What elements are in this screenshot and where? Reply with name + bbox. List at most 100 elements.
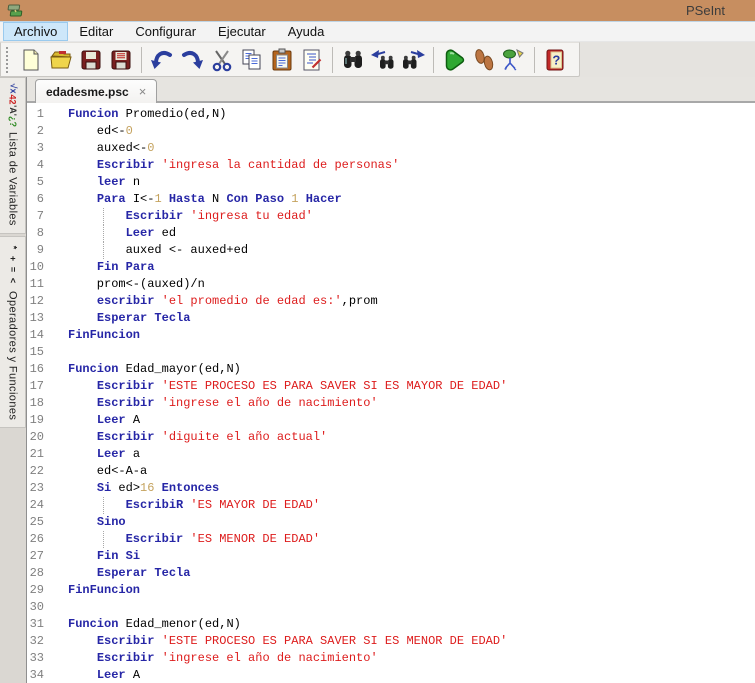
- menu-ejecutar[interactable]: Ejecutar: [207, 22, 277, 41]
- code-token: 'ingresa la cantidad de personas': [161, 158, 400, 172]
- save-all-button[interactable]: [107, 46, 135, 74]
- document-tab-filename: edadesme.psc: [46, 84, 129, 99]
- find-button[interactable]: [339, 46, 367, 74]
- code-line: 14 FinFuncion: [27, 327, 755, 344]
- lista-de-variables-icon: √x 42 'A' ¿?: [7, 83, 18, 127]
- code-token: Fin Para: [96, 260, 155, 274]
- code-token: FinFuncion: [68, 328, 141, 342]
- cut-button[interactable]: [208, 46, 236, 74]
- code-text: Escribir 'ES MENOR DE EDAD': [68, 531, 320, 548]
- help-button[interactable]: ?: [541, 46, 569, 74]
- code-token: 'ESTE PROCESO ES PARA SAVER SI ES MAYOR …: [161, 379, 508, 393]
- panel-tab-label: Lista de Variables: [6, 132, 19, 226]
- left-panel-tabs: √x 42 'A' ¿? Lista de Variables * + = < Operadore…: [0, 77, 27, 683]
- step-run-icon: [475, 48, 494, 70]
- code-token: Edad_menor(ed,N): [118, 617, 241, 631]
- open-file-button[interactable]: [47, 46, 75, 74]
- code-token: Para: [96, 192, 126, 206]
- code-token: Hasta: [168, 192, 205, 206]
- code-token: Leer: [96, 447, 126, 461]
- line-number: 19: [29, 413, 44, 427]
- code-line: 31 Funcion Edad_menor(ed,N): [27, 616, 755, 633]
- new-file-button[interactable]: [17, 46, 45, 74]
- find-prev-button[interactable]: [369, 46, 397, 74]
- panel-tab-lista-de-variables[interactable]: √x 42 'A' ¿? Lista de Variables: [0, 77, 26, 234]
- menu-ayuda[interactable]: Ayuda: [277, 22, 336, 41]
- paste-button[interactable]: [268, 46, 296, 74]
- new-file-icon: [23, 49, 39, 70]
- icon-glyph: <: [7, 277, 18, 283]
- copy-button[interactable]: [238, 46, 266, 74]
- code-text: Funcion Promedio(ed,N): [68, 106, 226, 123]
- redo-button[interactable]: [178, 46, 206, 74]
- icon-glyph: ¿?: [8, 116, 18, 127]
- code-token: 0: [125, 124, 133, 138]
- menu-archivo[interactable]: Archivo: [3, 22, 69, 41]
- save-file-button[interactable]: [77, 46, 105, 74]
- line-number: 10: [29, 260, 44, 274]
- code-token: 'ingresa tu edad': [190, 209, 313, 223]
- code-token: Con Paso: [226, 192, 285, 206]
- code-token: Hacer: [305, 192, 342, 206]
- line-number: 34: [29, 668, 44, 682]
- cut-icon: [212, 49, 232, 71]
- code-token: EscribiR: [125, 498, 184, 512]
- menu-editar[interactable]: Editar: [68, 22, 124, 41]
- code-line: 12 escribir 'el promedio de edad es:',pr…: [27, 293, 755, 310]
- code-line: 28 Esperar Tecla: [27, 565, 755, 582]
- code-line: 29 FinFuncion: [27, 582, 755, 599]
- code-text: ed<-A-a: [68, 463, 147, 480]
- app-icon[interactable]: [7, 3, 24, 19]
- undo-button[interactable]: [148, 46, 176, 74]
- line-number: 1: [36, 107, 44, 121]
- find-prev-icon: [371, 49, 394, 69]
- code-token: Fin Si: [96, 549, 141, 563]
- line-number: 9: [36, 243, 44, 257]
- icon-glyph: √x: [7, 83, 18, 94]
- code-editor[interactable]: 1 Funcion Promedio(ed,N) 2 ed<-0 3 auxed<-0…: [27, 103, 755, 683]
- menu-configurar[interactable]: Configurar: [124, 22, 207, 41]
- document-tab[interactable]: edadesme.psc ×: [35, 79, 158, 103]
- find-next-button[interactable]: [399, 46, 427, 74]
- line-number: 14: [29, 328, 44, 342]
- icon-glyph: *: [7, 245, 18, 250]
- code-line: 10 Fin Para: [27, 259, 755, 276]
- code-text: Fin Si: [68, 548, 140, 565]
- code-line: 4 Escribir 'ingresa la cantidad de perso…: [27, 157, 755, 174]
- find-next-icon: [403, 49, 425, 69]
- draw-flowchart-icon: [503, 48, 524, 70]
- icon-glyph: =: [7, 266, 18, 272]
- main-area: √x 42 'A' ¿? Lista de Variables * + = < Operadore…: [0, 77, 755, 683]
- toolbar-gripper[interactable]: [6, 46, 11, 73]
- code-token: A: [125, 413, 141, 427]
- code-token: ed>: [111, 481, 141, 495]
- undo-icon: [151, 50, 172, 69]
- line-number: 26: [29, 532, 44, 546]
- code-token: 'diguite el año actual': [161, 430, 328, 444]
- step-run-button[interactable]: [470, 46, 498, 74]
- code-line: 9 auxed <- auxed+ed: [27, 242, 755, 259]
- code-text: Escribir 'ingresa la cantidad de persona…: [68, 157, 399, 174]
- code-token: Leer: [96, 413, 126, 427]
- code-token: Funcion: [68, 617, 119, 631]
- document-tab-bar: edadesme.psc ×: [27, 77, 755, 103]
- line-number: 6: [36, 192, 44, 206]
- close-tab-icon[interactable]: ×: [139, 85, 147, 98]
- line-number: 30: [29, 600, 44, 614]
- panel-tab-operadores-y-funciones[interactable]: * + = < Operadores y Funciones: [0, 235, 26, 429]
- run-button[interactable]: [440, 46, 468, 74]
- svg-text:?: ?: [552, 52, 560, 67]
- line-number: 24: [29, 498, 44, 512]
- title-bar[interactable]: PSeInt: [0, 0, 755, 22]
- fix-indent-button[interactable]: [298, 46, 326, 74]
- code-line: 30: [27, 599, 755, 616]
- code-line: 34 Leer A: [27, 667, 755, 683]
- operadores-y-funciones-icon: * + = <: [7, 242, 18, 286]
- code-token: prom<-(auxed)/n: [68, 277, 205, 291]
- draw-flowchart-button[interactable]: [500, 46, 528, 74]
